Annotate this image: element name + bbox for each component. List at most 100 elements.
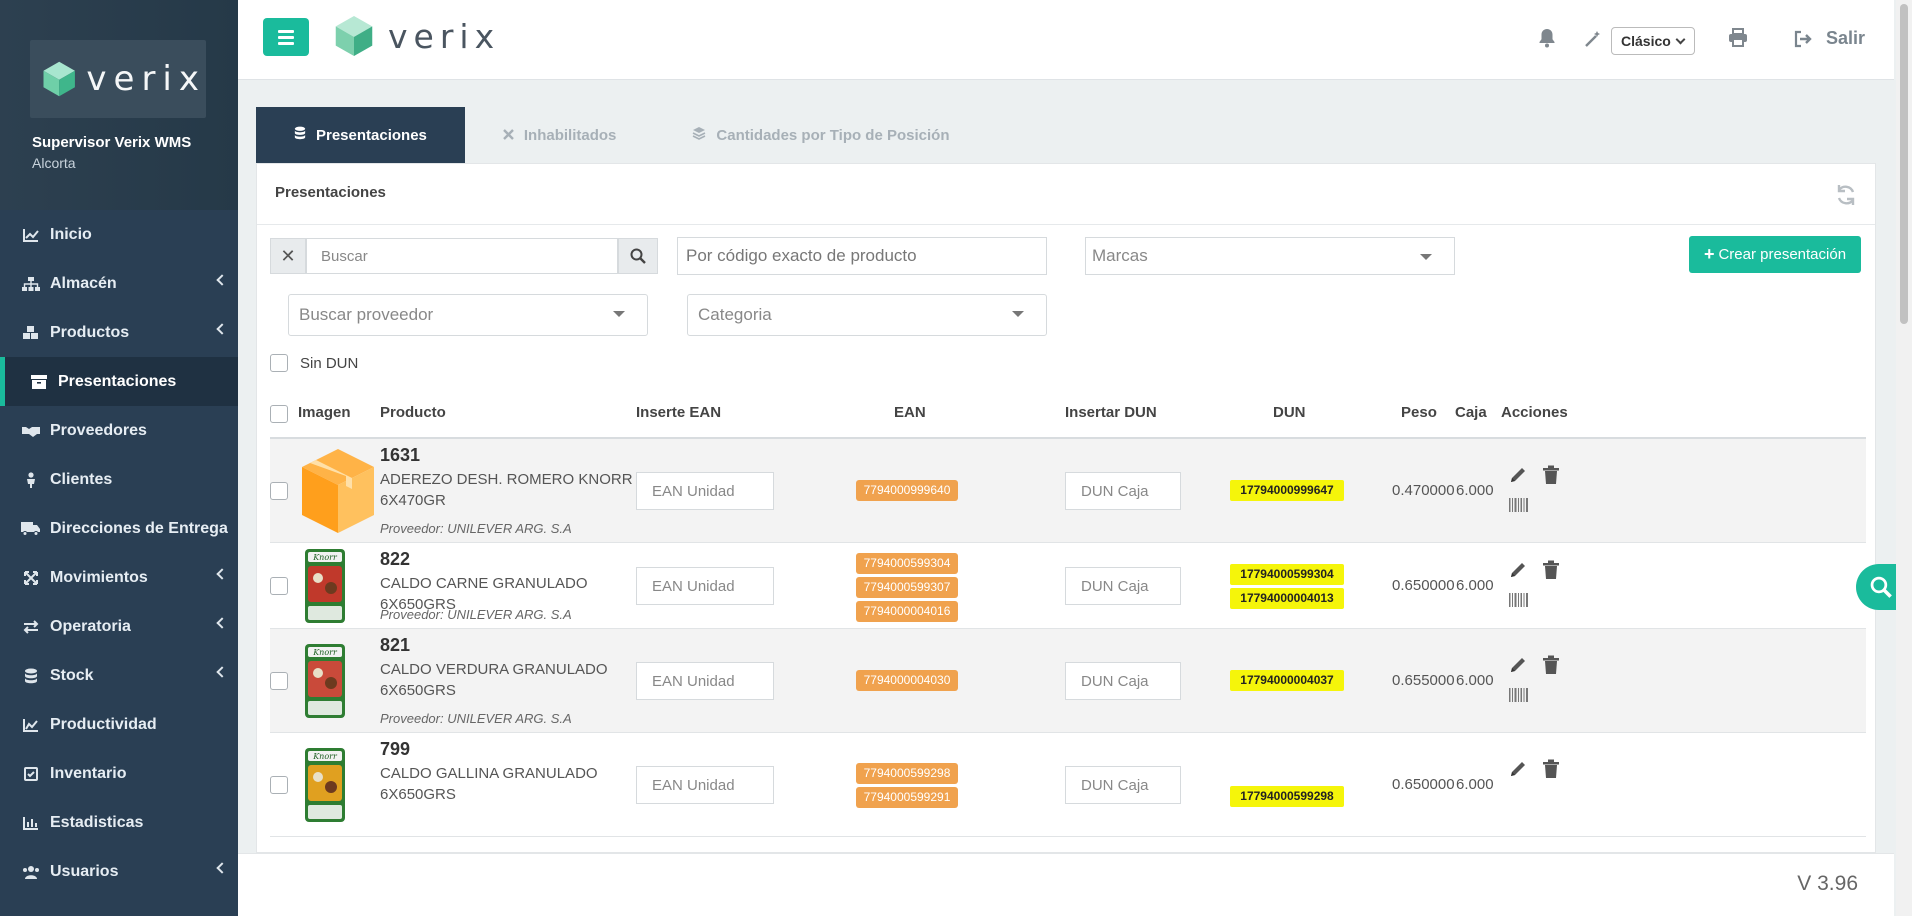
trash-icon[interactable] — [1542, 560, 1560, 585]
clear-search-button[interactable]: ✕ — [270, 238, 306, 274]
create-presentation-button[interactable]: + Crear presentación — [1689, 236, 1861, 273]
ean-unit-input[interactable]: EAN Unidad — [636, 567, 774, 605]
no-dun-filter[interactable]: Sin DUN — [270, 354, 358, 372]
sidebar-item-label: Inicio — [50, 225, 92, 243]
barcode-icon[interactable] — [1508, 498, 1560, 517]
dun-badge: 17794000599304 — [1230, 564, 1344, 585]
sidebar-item-label: Operatoria — [50, 617, 131, 635]
logout-button[interactable]: Salir — [1794, 28, 1865, 49]
trash-icon[interactable] — [1542, 759, 1560, 784]
sidebar-item-inicio[interactable]: Inicio — [0, 210, 238, 259]
barcode-icon[interactable] — [1508, 688, 1560, 707]
row-checkbox[interactable] — [270, 577, 288, 595]
sidebar-item-stock[interactable]: Stock — [0, 651, 238, 700]
search-button[interactable] — [618, 238, 658, 274]
scrollbar-thumb[interactable] — [1900, 4, 1908, 324]
users-icon — [20, 865, 42, 879]
sidebar-item-label: Estadisticas — [50, 813, 144, 831]
product-code-input[interactable]: Por código exacto de producto — [677, 237, 1047, 275]
barcode-icon[interactable] — [1508, 593, 1560, 612]
sidebar-item-clientes[interactable]: Clientes — [0, 455, 238, 504]
edit-pencil-icon[interactable] — [1508, 655, 1528, 680]
bell-icon[interactable] — [1538, 28, 1556, 53]
sidebar-item-productividad[interactable]: Productividad — [0, 700, 238, 749]
edit-pencil-icon[interactable] — [1508, 759, 1528, 784]
category-select[interactable]: Categoria — [687, 294, 1047, 336]
sidebar-item-proveedores[interactable]: Proveedores — [0, 406, 238, 455]
dun-box-input[interactable]: DUN Caja — [1065, 472, 1181, 510]
tab-inhabilitados[interactable]: Inhabilitados — [465, 107, 655, 163]
theme-select[interactable]: Clásico — [1611, 27, 1695, 55]
sidebar-item-presentaciones[interactable]: Presentaciones — [0, 357, 238, 406]
ean-badge: 7794000004016 — [855, 601, 959, 622]
top-logo: verix — [334, 14, 500, 58]
sidebar-item-movimientos[interactable]: Movimientos — [0, 553, 238, 602]
row-checkbox[interactable] — [270, 482, 288, 500]
dun-box-input[interactable]: DUN Caja — [1065, 567, 1181, 605]
tab-presentaciones[interactable]: Presentaciones — [256, 107, 465, 163]
row-actions — [1508, 655, 1560, 707]
svg-text:Knorr: Knorr — [312, 648, 338, 657]
product-image: Knorr — [304, 548, 346, 629]
ean-badge: 7794000599307 — [855, 577, 959, 598]
dun-box-input[interactable]: DUN Caja — [1065, 766, 1181, 804]
ean-badge: 7794000999640 — [855, 480, 959, 501]
sidebar-item-operatoria[interactable]: Operatoria — [0, 602, 238, 651]
page-scrollbar[interactable] — [1896, 0, 1912, 916]
ean-unit-input[interactable]: EAN Unidad — [636, 766, 774, 804]
product-weight: 0.650000 — [1392, 577, 1455, 594]
chevron-left-icon — [216, 617, 228, 629]
col-insert-dun: Insertar DUN — [1065, 404, 1157, 421]
print-icon[interactable] — [1728, 28, 1748, 53]
ean-unit-input[interactable]: EAN Unidad — [636, 662, 774, 700]
row-checkbox[interactable] — [270, 776, 288, 794]
sidebar-item-productos[interactable]: Productos — [0, 308, 238, 357]
caret-down-icon — [613, 311, 625, 317]
sidebar-item-estadisticas[interactable]: Estadisticas — [0, 798, 238, 847]
magic-wand-icon — [1584, 30, 1602, 53]
truck-icon — [20, 521, 42, 536]
product-weight: 0.650000 — [1392, 776, 1455, 793]
sidebar-item-almacen[interactable]: Almacén — [0, 259, 238, 308]
trash-icon[interactable] — [1542, 655, 1560, 680]
ean-list: 7794000999640 — [807, 480, 1007, 501]
edit-pencil-icon[interactable] — [1508, 465, 1528, 490]
select-all-checkbox[interactable] — [270, 405, 288, 423]
chevron-left-icon — [216, 862, 228, 874]
no-dun-checkbox[interactable] — [270, 354, 288, 372]
archive-icon — [28, 374, 50, 389]
sidebar-item-usuarios[interactable]: Usuarios — [0, 847, 238, 896]
ean-badge: 7794000599298 — [855, 763, 959, 784]
product-box-qty: 6.000 — [1456, 577, 1494, 594]
trash-icon[interactable] — [1542, 465, 1560, 490]
chevron-left-icon — [216, 666, 228, 678]
user-icon — [20, 471, 42, 488]
plus-icon: + — [1703, 244, 1715, 264]
sidebar-item-direcciones-de-entrega[interactable]: Direcciones de Entrega — [0, 504, 238, 553]
supplier-select[interactable]: Buscar proveedor — [288, 294, 648, 336]
product-image: Knorr — [304, 747, 346, 828]
dun-box-placeholder: DUN Caja — [1081, 672, 1149, 690]
edit-pencil-icon[interactable] — [1508, 560, 1528, 585]
brands-select[interactable]: Marcas — [1085, 237, 1455, 275]
search-icon — [1870, 576, 1892, 598]
product-supplier: Proveedor: UNILEVER ARG. S.A — [380, 607, 572, 622]
sidebar-item-inventario[interactable]: Inventario — [0, 749, 238, 798]
ean-badge: 7794000004030 — [855, 670, 959, 691]
dun-list: 17794000999647 — [1187, 480, 1387, 501]
chevron-left-icon — [216, 274, 228, 286]
exchange-icon — [20, 619, 42, 634]
menu-toggle-button[interactable] — [263, 18, 309, 56]
search-input[interactable]: Buscar — [306, 238, 618, 274]
sidebar-item-label: Almacén — [50, 274, 117, 292]
top-brand-text: verix — [388, 16, 501, 56]
dun-box-input[interactable]: DUN Caja — [1065, 662, 1181, 700]
ean-badge: 7794000599291 — [855, 787, 959, 808]
refresh-icon[interactable] — [1835, 184, 1857, 211]
product-box-qty: 6.000 — [1456, 776, 1494, 793]
ean-unit-input[interactable]: EAN Unidad — [636, 472, 774, 510]
close-icon: ✕ — [280, 245, 296, 266]
user-name: Supervisor Verix WMS — [32, 134, 192, 151]
row-checkbox[interactable] — [270, 672, 288, 690]
tab-cantidades-por-tipo-de-posicion[interactable]: Cantidades por Tipo de Posición — [654, 107, 987, 163]
